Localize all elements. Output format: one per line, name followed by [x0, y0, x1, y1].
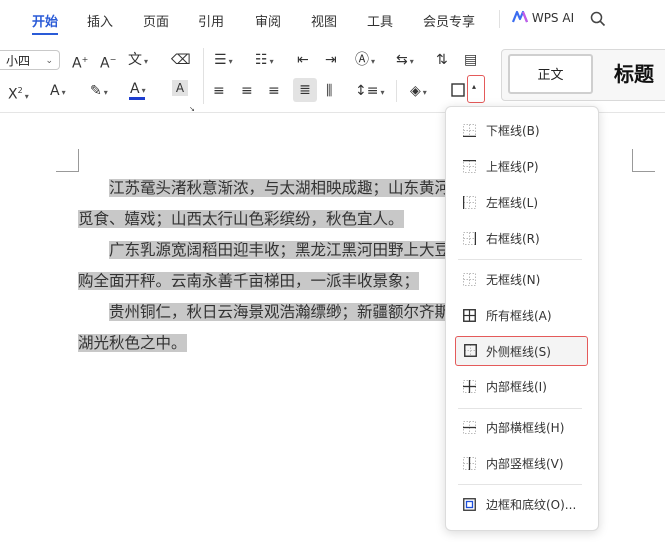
paragraph-text: 贵州铜仁，秋日云海景观浩瀚缥缈；新疆额尔齐斯	[109, 303, 451, 321]
phonetic-guide-icon[interactable]: 文 ▾	[128, 51, 148, 71]
menu-item-border-top[interactable]: 上框线(P)	[446, 152, 598, 182]
paragraph-text: 湖光秋色之中。	[78, 334, 187, 352]
border-dropdown-menu: 下框线(B) 上框线(P) 左框线(L) 右框线(R) 无框线(N) 所有框线(…	[445, 106, 599, 531]
font-color-bar	[129, 97, 145, 100]
tab-home[interactable]: 开始	[32, 11, 58, 30]
font-size-select[interactable]: 小四 ⌄	[0, 50, 60, 70]
align-right-icon[interactable]: ≡	[268, 82, 280, 100]
menu-item-borders-shading[interactable]: 边框和底纹(O)...	[446, 490, 598, 520]
show-marks-icon[interactable]: ▤	[464, 51, 477, 69]
margin-corner-left	[56, 149, 79, 172]
chevron-up-icon: ▴	[472, 82, 477, 91]
tab-insert[interactable]: 插入	[87, 11, 113, 30]
tab-view[interactable]: 视图	[311, 11, 337, 30]
menu-item-label: 无框线(N)	[486, 273, 541, 287]
paragraph-text: 江苏鼋头渚秋意渐浓，与太湖相映成趣；山东黄河	[109, 179, 451, 197]
ribbon-toolbar: 小四 ⌄ A+ A− 文 ▾ ⌫ ☰ ▾ ☷ ▾ ⇤ ⇥ Ⓐ ▾ ⇆ ▾ ⇅ ▤ X2▾ …	[0, 38, 665, 113]
chevron-down-icon: ⌄	[45, 56, 53, 66]
menu-bar: 开始 插入 页面 引用 审阅 视图 工具 会员专享 WPS AI	[0, 0, 665, 38]
border-icon[interactable]	[451, 83, 465, 97]
active-tab-indicator	[32, 33, 58, 35]
menu-separator	[458, 484, 582, 485]
sort-icon[interactable]: ⇅	[436, 51, 448, 69]
wps-ai-label: WPS AI	[531, 11, 575, 25]
menu-item-border-inside-horizontal[interactable]: 内部横框线(H)	[446, 413, 598, 443]
line-spacing-icon[interactable]: ↕≡ ▾	[355, 82, 384, 102]
decrease-font-icon[interactable]: A−	[100, 51, 116, 73]
font-size-value: 小四	[6, 54, 31, 68]
menu-item-label: 内部框线(I)	[486, 380, 547, 394]
border-all-icon	[463, 309, 476, 322]
border-outside-icon	[464, 344, 477, 357]
clear-format-icon[interactable]: ⌫	[171, 51, 191, 69]
search-icon[interactable]	[590, 11, 606, 27]
border-bottom-icon	[463, 124, 476, 137]
border-inside-horizontal-icon	[463, 421, 476, 434]
style-normal[interactable]: 正文	[508, 54, 593, 94]
menu-item-label: 左框线(L)	[486, 196, 539, 210]
menu-item-label: 外侧框线(S)	[486, 345, 551, 359]
ribbon-separator	[203, 48, 204, 104]
tab-references[interactable]: 引用	[198, 11, 224, 30]
styles-gallery: 正文 标题	[501, 49, 665, 101]
char-shading-icon[interactable]: A	[172, 80, 188, 96]
highlight-icon[interactable]: ✎ ▾	[90, 82, 108, 102]
menu-item-border-inside[interactable]: 内部框线(I)	[446, 372, 598, 402]
margin-corner-right	[632, 149, 655, 172]
paragraph-text: 广东乳源宽阔稻田迎丰收；黑龙江黑河田野上大豆	[109, 241, 451, 259]
border-dropdown-button[interactable]: ▴	[467, 75, 485, 103]
paragraph-shading-icon[interactable]: ◈ ▾	[410, 82, 427, 102]
increase-font-icon[interactable]: A+	[72, 51, 88, 73]
bullet-list-icon[interactable]: ☰ ▾	[214, 51, 233, 71]
style-heading[interactable]: 标题	[614, 58, 654, 87]
menu-item-border-all[interactable]: 所有框线(A)	[446, 301, 598, 331]
menu-separator	[499, 10, 500, 28]
text-effect-icon[interactable]: A ▾	[50, 82, 66, 102]
wps-ai-button[interactable]: WPS AI	[511, 10, 575, 25]
decrease-indent-icon[interactable]: ⇤	[297, 51, 309, 69]
tab-page[interactable]: 页面	[143, 11, 169, 30]
align-left-icon[interactable]: ≡	[213, 82, 225, 100]
border-right-icon	[463, 232, 476, 245]
tab-review[interactable]: 审阅	[255, 11, 281, 30]
menu-item-border-right[interactable]: 右框线(R)	[446, 224, 598, 254]
menu-item-label: 内部横框线(H)	[486, 421, 565, 435]
align-center-icon[interactable]: ≡	[241, 82, 253, 100]
distribute-icon[interactable]: ⫼	[326, 82, 332, 100]
tab-tools[interactable]: 工具	[367, 11, 393, 30]
menu-item-label: 上框线(P)	[486, 160, 539, 174]
menu-separator	[458, 408, 582, 409]
menu-item-label: 右框线(R)	[486, 232, 540, 246]
borders-shading-icon	[463, 498, 476, 511]
menu-separator	[458, 259, 582, 260]
border-inside-vertical-icon	[463, 457, 476, 470]
tab-member[interactable]: 会员专享	[423, 11, 475, 30]
text-direction-icon[interactable]: Ⓐ ▾	[355, 51, 375, 71]
border-none-icon	[463, 273, 476, 286]
border-left-icon	[463, 196, 476, 209]
menu-item-border-inside-vertical[interactable]: 内部竖框线(V)	[446, 449, 598, 479]
paragraph-text: 购全面开秤。云南永善千亩梯田，一派丰收景象；	[78, 272, 420, 290]
border-top-icon	[463, 160, 476, 173]
wps-ai-logo-icon	[511, 10, 529, 23]
menu-item-border-outside[interactable]: 外侧框线(S)	[455, 336, 588, 366]
menu-item-label: 所有框线(A)	[486, 309, 552, 323]
border-inside-icon	[463, 380, 476, 393]
menu-item-label: 边框和底纹(O)...	[486, 498, 577, 512]
increase-indent-icon[interactable]: ⇥	[325, 51, 337, 69]
menu-item-border-none[interactable]: 无框线(N)	[446, 265, 598, 295]
paragraph-text: 觅食、嬉戏；山西太行山色彩缤纷，秋色宜人。	[78, 210, 404, 228]
swap-direction-icon[interactable]: ⇆ ▾	[396, 51, 414, 71]
menu-item-border-bottom[interactable]: 下框线(B)	[446, 116, 598, 146]
numbered-list-icon[interactable]: ☷ ▾	[255, 51, 274, 71]
menu-item-border-left[interactable]: 左框线(L)	[446, 188, 598, 218]
ribbon-separator-2	[396, 80, 397, 102]
menu-item-label: 下框线(B)	[486, 124, 540, 138]
superscript-icon[interactable]: X2▾	[8, 82, 29, 106]
justify-icon[interactable]: ≣	[293, 78, 317, 102]
menu-item-label: 内部竖框线(V)	[486, 457, 564, 471]
